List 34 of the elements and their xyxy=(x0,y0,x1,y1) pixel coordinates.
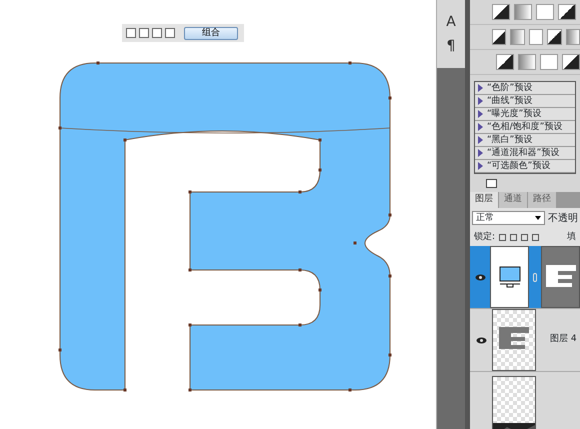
mask-thumbnail xyxy=(541,246,580,308)
preset-label: “黑白”预设 xyxy=(487,134,532,146)
preset-label: “曝光度”预设 xyxy=(487,108,542,120)
tool-glyph[interactable]: ¶ xyxy=(446,38,456,54)
blend-mode-dropdown[interactable]: 正常 xyxy=(472,211,545,225)
combine-button[interactable]: 组合 xyxy=(184,26,238,40)
layer-thumbnail xyxy=(492,309,536,371)
preset-label: “曲线”预设 xyxy=(487,94,532,108)
preset-label: “可选颜色”预设 xyxy=(487,160,550,172)
layer-row[interactable] xyxy=(470,246,580,309)
opacity-label: 不透明 xyxy=(548,212,578,226)
layer-name: 图层 4 xyxy=(550,333,577,346)
adjustment-icon[interactable] xyxy=(562,54,580,70)
panel-tab[interactable]: 图层 xyxy=(470,192,499,208)
fill-label: 填 xyxy=(567,230,576,244)
eye-icon[interactable] xyxy=(474,274,486,280)
eye-icon[interactable] xyxy=(476,336,486,344)
adjustment-icon[interactable] xyxy=(492,29,506,45)
lock-label: 锁定: xyxy=(474,230,496,244)
layer-thumbnail xyxy=(490,246,530,308)
link-icon xyxy=(533,272,538,282)
preset-label: “色相/饱和度”预设 xyxy=(487,120,562,134)
adjustment-icon[interactable] xyxy=(558,4,576,20)
panel-tab[interactable]: 通道 xyxy=(499,192,528,208)
adjustment-icon[interactable] xyxy=(492,4,510,20)
tool-glyph[interactable]: A xyxy=(446,14,456,30)
preset-label: “色阶”预设 xyxy=(487,82,532,94)
adjustment-icon[interactable] xyxy=(547,29,562,45)
panel-tab[interactable]: 路径 xyxy=(528,192,557,208)
preset-label: “通道混和器”预设 xyxy=(487,146,560,160)
lock-transparency-icon[interactable] xyxy=(499,234,506,241)
clip-icon[interactable] xyxy=(486,179,497,188)
adjustment-icon[interactable] xyxy=(496,54,514,70)
layer-row[interactable]: 图层 4 xyxy=(470,309,580,372)
